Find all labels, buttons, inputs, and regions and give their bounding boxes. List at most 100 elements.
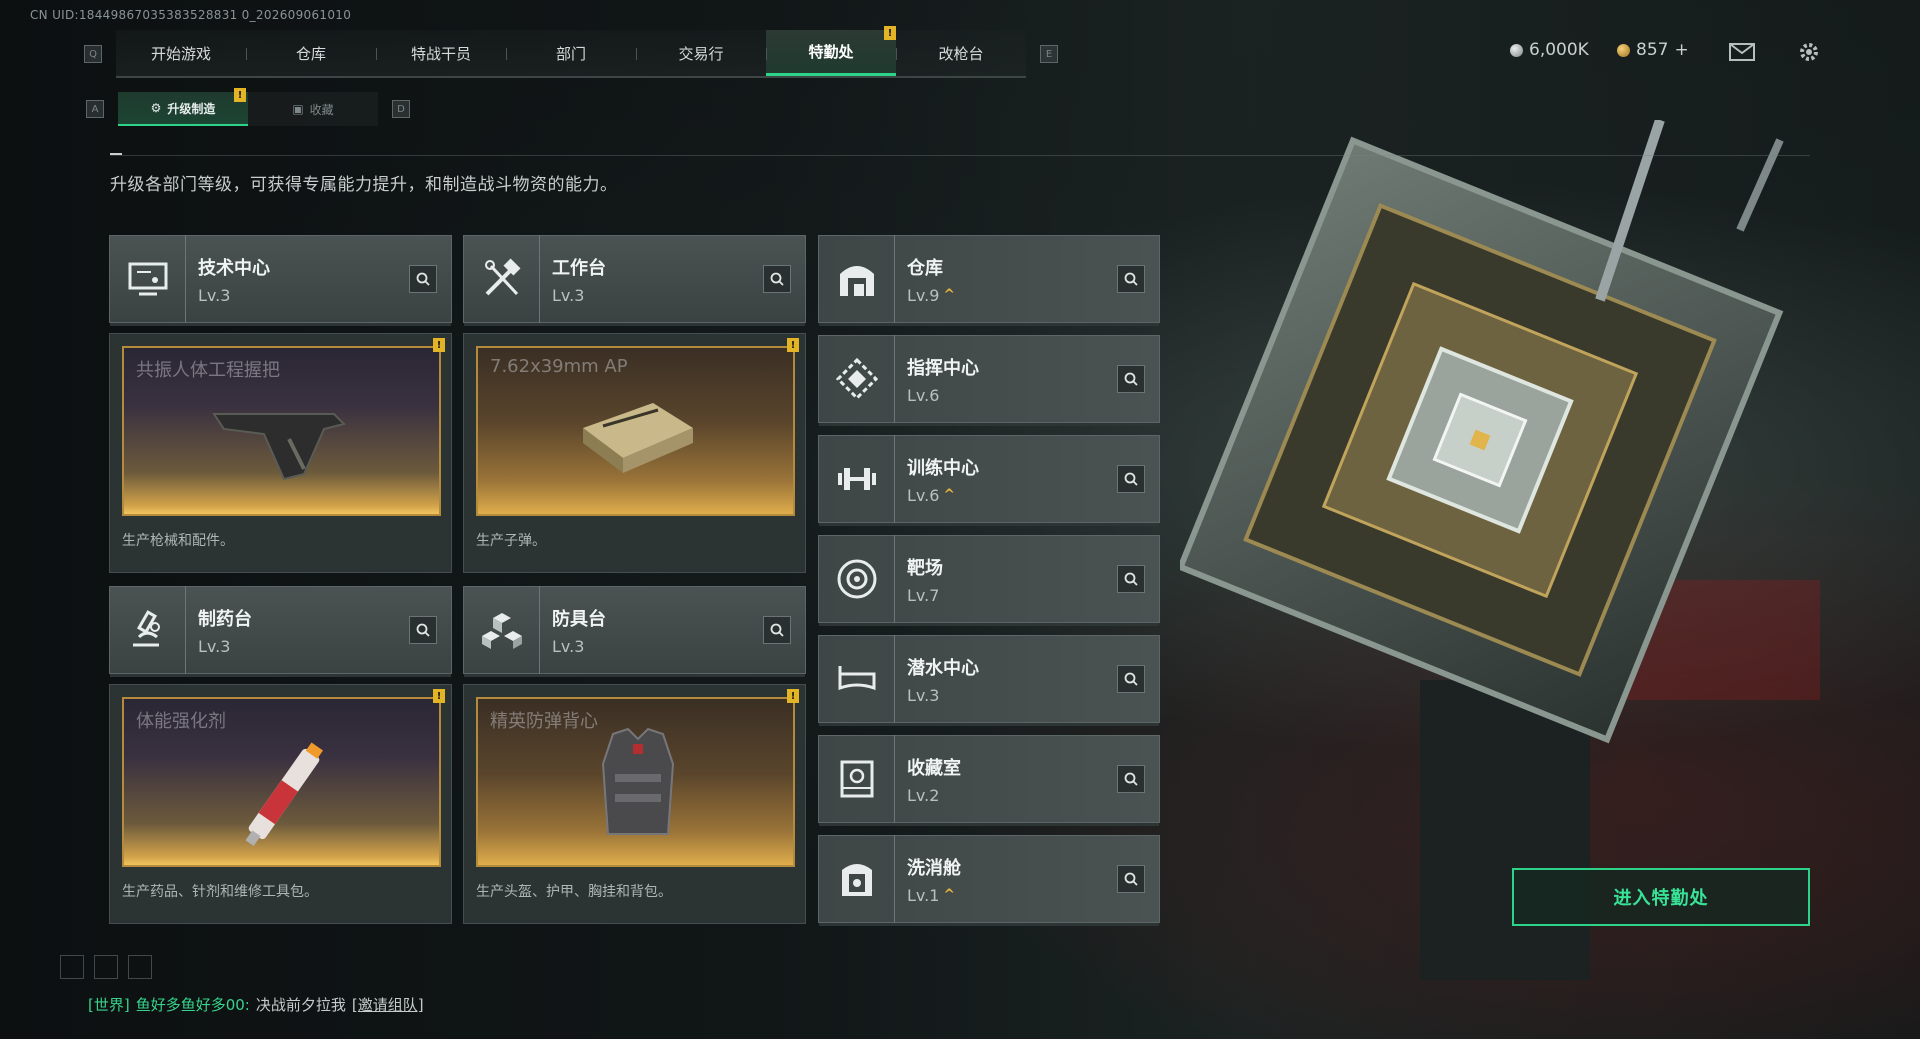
product-description: 生产药品、针剂和维修工具包。 bbox=[122, 884, 318, 900]
product-image: 共振人体工程握把 bbox=[122, 346, 441, 516]
subtab-collection[interactable]: ▣ 收藏 bbox=[248, 92, 378, 126]
silver-currency: 6,000K bbox=[1510, 40, 1589, 60]
shrink-icon[interactable] bbox=[128, 955, 152, 979]
training-center-icon bbox=[819, 435, 895, 523]
department-level-row: Lv.9 ^ bbox=[907, 286, 1117, 305]
tab-operators[interactable]: 特战干员 bbox=[376, 30, 506, 76]
department-card-shooting-range[interactable]: 靶场 Lv.7 bbox=[818, 535, 1160, 626]
search-icon[interactable] bbox=[1117, 365, 1145, 393]
product-panel-armor-bench[interactable]: 精英防弹背心 ! 生产头盔、护甲、胸挂和背包。 bbox=[463, 684, 806, 924]
expand-icon[interactable] bbox=[60, 955, 84, 979]
department-card-diving-center[interactable]: 潜水中心 Lv.3 bbox=[818, 635, 1160, 726]
subtab-upgrade-craft[interactable]: ⚙ 升级制造 ! bbox=[118, 88, 248, 126]
search-icon[interactable] bbox=[1117, 665, 1145, 693]
product-name: 体能强化剂 bbox=[136, 711, 226, 732]
enter-special-ops-button[interactable]: 进入特勤处 bbox=[1512, 868, 1810, 926]
page-description: 升级各部门等级，可获得专属能力提升，和制造战斗物资的能力。 bbox=[110, 175, 618, 195]
chat-sender[interactable]: 鱼好多鱼好多00: bbox=[136, 994, 250, 1015]
search-icon[interactable] bbox=[763, 616, 791, 644]
search-icon[interactable] bbox=[1117, 265, 1145, 293]
tab-special-ops-label: 特勤处 bbox=[808, 43, 854, 61]
tech-center-icon bbox=[110, 235, 186, 323]
mail-icon[interactable] bbox=[1728, 40, 1756, 64]
search-icon[interactable] bbox=[409, 265, 437, 293]
search-icon[interactable] bbox=[763, 265, 791, 293]
pharmacy-icon bbox=[110, 586, 186, 674]
subnav-left-key-hint[interactable]: A bbox=[86, 100, 104, 118]
storage-icon bbox=[819, 235, 895, 323]
sub-nav: A ⚙ 升级制造 ! ▣ 收藏 D bbox=[86, 88, 410, 126]
search-icon[interactable] bbox=[1117, 865, 1145, 893]
subtab-upgrade-craft-label: 升级制造 bbox=[167, 101, 216, 116]
search-icon[interactable] bbox=[1117, 565, 1145, 593]
department-name: 防具台 bbox=[552, 608, 606, 630]
search-icon[interactable] bbox=[409, 616, 437, 644]
department-level-row: Lv.2 bbox=[907, 786, 1117, 805]
add-currency-button[interactable]: + bbox=[1674, 40, 1688, 60]
main-nav: Q 开始游戏 仓库 特战干员 部门 交易行 特勤处 ! 改枪台 E bbox=[84, 26, 1058, 78]
tab-special-ops[interactable]: 特勤处 ! bbox=[766, 26, 896, 76]
product-panel-pharmacy[interactable]: 体能强化剂 ! 生产药品、针剂和维修工具包。 bbox=[109, 684, 452, 924]
chat-message: [世界] 鱼好多鱼好多00: 决战前夕拉我 [邀请组队] bbox=[88, 994, 424, 1015]
department-card-training-center[interactable]: 训练中心 Lv.6 ^ bbox=[818, 435, 1160, 526]
decontamination-icon bbox=[819, 835, 895, 923]
department-card-storage[interactable]: 仓库 Lv.9 ^ bbox=[818, 235, 1160, 326]
diving-center-icon bbox=[819, 635, 895, 723]
department-name: 靶场 bbox=[907, 557, 943, 579]
department-card-armor-bench[interactable]: 防具台 Lv.3 bbox=[463, 586, 806, 677]
tab-start-game[interactable]: 开始游戏 bbox=[116, 30, 246, 76]
department-card-workbench[interactable]: 工作台 Lv.3 bbox=[463, 235, 806, 326]
alert-badge: ! bbox=[433, 338, 445, 352]
grip-item-icon bbox=[212, 413, 346, 481]
subtab-collection-label: 收藏 bbox=[309, 102, 334, 117]
product-image: 7.62x39mm AP bbox=[476, 346, 795, 516]
department-card-command-center[interactable]: 指挥中心 Lv.6 bbox=[818, 335, 1160, 426]
department-name: 洗消舱 bbox=[907, 857, 961, 879]
department-level: Lv.6 bbox=[907, 385, 940, 405]
gold-currency[interactable]: 857 + bbox=[1617, 40, 1689, 60]
tab-market[interactable]: 交易行 bbox=[636, 30, 766, 76]
gear-icon[interactable] bbox=[1795, 40, 1823, 64]
department-level-row: Lv.6 bbox=[907, 386, 1117, 405]
silver-amount: 6,000K bbox=[1529, 40, 1589, 60]
search-icon[interactable] bbox=[1117, 765, 1145, 793]
department-card-decontamination[interactable]: 洗消舱 Lv.1 ^ bbox=[818, 835, 1160, 926]
department-name: 制药台 bbox=[198, 608, 252, 630]
alert-badge: ! bbox=[884, 26, 896, 40]
vest-item-icon bbox=[601, 727, 675, 835]
product-image: 体能强化剂 bbox=[122, 697, 441, 867]
armor-bench-icon bbox=[464, 586, 540, 674]
sub-tabs: ⚙ 升级制造 ! ▣ 收藏 bbox=[118, 88, 378, 126]
tab-gunsmith[interactable]: 改枪台 bbox=[896, 30, 1026, 76]
department-level: Lv.3 bbox=[552, 636, 585, 656]
department-name: 潜水中心 bbox=[907, 657, 979, 679]
main-tabs: 开始游戏 仓库 特战干员 部门 交易行 特勤处 ! 改枪台 bbox=[116, 26, 1026, 78]
subnav-right-key-hint[interactable]: D bbox=[392, 100, 410, 118]
shooting-range-icon bbox=[819, 535, 895, 623]
product-panel-tech-center[interactable]: 共振人体工程握把 ! 生产枪械和配件。 bbox=[109, 333, 452, 573]
department-level-row: Lv.6 ^ bbox=[907, 486, 1117, 505]
department-card-pharmacy[interactable]: 制药台 Lv.3 bbox=[109, 586, 452, 677]
tab-departments[interactable]: 部门 bbox=[506, 30, 636, 76]
department-card-tech-center[interactable]: 技术中心 Lv.3 bbox=[109, 235, 452, 326]
department-card-collection-room[interactable]: 收藏室 Lv.2 bbox=[818, 735, 1160, 826]
product-description: 生产子弹。 bbox=[476, 533, 546, 549]
department-name: 指挥中心 bbox=[907, 357, 979, 379]
divider-tick bbox=[110, 153, 122, 155]
department-name: 收藏室 bbox=[907, 757, 961, 779]
nav-right-key-hint[interactable]: E bbox=[1040, 45, 1058, 63]
nav-left-key-hint[interactable]: Q bbox=[84, 45, 102, 63]
command-center-icon bbox=[819, 335, 895, 423]
product-panel-workbench[interactable]: 7.62x39mm AP ! 生产子弹。 bbox=[463, 333, 806, 573]
chat-text: 决战前夕拉我 bbox=[255, 996, 346, 1014]
department-level: Lv.6 bbox=[907, 485, 940, 505]
invite-team-link[interactable]: [邀请组队] bbox=[352, 994, 424, 1015]
gold-coin-icon bbox=[1617, 43, 1630, 57]
search-icon[interactable] bbox=[1117, 465, 1145, 493]
upgrade-available-icon: ^ bbox=[943, 487, 956, 503]
edit-icon[interactable] bbox=[94, 955, 118, 979]
alert-badge: ! bbox=[234, 88, 246, 102]
tab-storage[interactable]: 仓库 bbox=[246, 30, 376, 76]
bottom-toolbar bbox=[60, 955, 152, 979]
product-name: 共振人体工程握把 bbox=[136, 360, 280, 381]
